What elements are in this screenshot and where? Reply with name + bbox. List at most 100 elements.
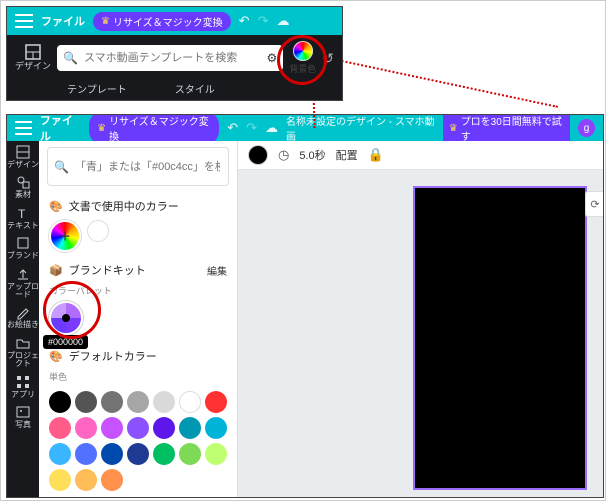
color-panel: 🔍 🎨 文書で使用中のカラー ＋ 📦 ブ xyxy=(39,141,238,497)
upload-icon xyxy=(16,267,30,281)
section-default-colors: 🎨 デフォルトカラー xyxy=(49,348,227,364)
filter-icon[interactable]: ⚙ xyxy=(266,51,277,65)
expand-toggle[interactable]: ⟳ xyxy=(585,191,604,217)
inset-topbar: ファイル ♛ リサイズ＆マジック変換 ↶ ↷ ☁ xyxy=(7,7,342,35)
inset-header-zoom: ファイル ♛ リサイズ＆マジック変換 ↶ ↷ ☁ デザイン 🔍 ⚙ 背景色 xyxy=(6,6,343,101)
color-swatch[interactable] xyxy=(101,469,123,491)
folder-icon xyxy=(16,336,30,350)
color-search[interactable]: 🔍 xyxy=(47,147,229,186)
template-search[interactable]: 🔍 ⚙ xyxy=(57,45,283,71)
rail-draw[interactable]: お絵描き xyxy=(7,305,39,329)
color-swatch[interactable] xyxy=(75,469,97,491)
cloud-sync-icon[interactable]: ☁ xyxy=(265,120,278,136)
add-color-button[interactable]: ＋ xyxy=(49,220,81,252)
rail-brand[interactable]: ブランド xyxy=(7,236,39,260)
inset-tabs: テンプレート スタイル xyxy=(7,81,342,100)
color-swatch[interactable] xyxy=(153,391,175,413)
undo-icon[interactable]: ↶ xyxy=(239,13,250,29)
rail-apps[interactable]: アプリ xyxy=(11,375,35,399)
layout-icon xyxy=(16,145,30,159)
color-swatch[interactable] xyxy=(179,391,201,413)
redo-icon[interactable]: ↷ xyxy=(246,120,257,136)
color-swatch[interactable] xyxy=(101,417,123,439)
arrange-button[interactable]: 配置 xyxy=(336,147,358,163)
document-title[interactable]: 名称未設定のデザイン - スマホ動画 xyxy=(286,114,435,143)
search-icon: 🔍 xyxy=(63,51,78,65)
brand-icon: 📦 xyxy=(49,264,63,277)
color-swatch[interactable] xyxy=(205,443,227,465)
color-swatch[interactable] xyxy=(205,417,227,439)
history-icon[interactable]: ↺ xyxy=(322,50,334,67)
annotation-connector-1 xyxy=(323,56,558,108)
shapes-icon xyxy=(16,175,30,189)
color-search-input[interactable] xyxy=(73,160,222,174)
colorwheel-icon xyxy=(293,41,313,61)
canvas-toolbar: ◷ 5.0秒 配置 🔒 xyxy=(238,141,603,170)
color-swatch[interactable] xyxy=(101,443,123,465)
rail-text[interactable]: Tテキスト xyxy=(7,206,39,230)
rail-elements[interactable]: 素材 xyxy=(15,175,31,199)
color-swatch[interactable] xyxy=(179,417,201,439)
rail-photos[interactable]: 写真 xyxy=(15,405,31,429)
color-swatch[interactable] xyxy=(49,417,71,439)
color-swatch[interactable] xyxy=(127,391,149,413)
template-search-input[interactable] xyxy=(82,51,263,65)
palette-icon: 🎨 xyxy=(49,350,63,363)
design-canvas[interactable] xyxy=(413,186,587,490)
used-color-swatch[interactable] xyxy=(87,220,109,242)
color-swatch[interactable] xyxy=(75,391,97,413)
color-swatch[interactable] xyxy=(153,417,175,439)
color-swatch[interactable] xyxy=(153,443,175,465)
rail-design[interactable]: デザイン xyxy=(15,44,51,72)
crown-icon: ♛ xyxy=(449,123,458,134)
left-rail: デザイン 素材 Tテキスト ブランド アップロード お絵描き プロジェクト アプ… xyxy=(7,141,39,497)
tab-template[interactable]: テンプレート xyxy=(67,81,127,96)
palette-icon: 🎨 xyxy=(49,200,63,213)
color-swatch[interactable] xyxy=(127,417,149,439)
edit-brand-link[interactable]: 編集 xyxy=(207,263,227,278)
color-swatch[interactable] xyxy=(75,417,97,439)
file-menu[interactable]: ファイル xyxy=(40,114,81,144)
section-used-colors: 🎨 文書で使用中のカラー xyxy=(49,198,227,214)
brand-icon xyxy=(16,236,30,250)
rail-projects[interactable]: プロジェクト xyxy=(7,336,39,369)
background-color-picker[interactable]: 背景色 xyxy=(289,41,316,75)
color-swatch[interactable] xyxy=(49,391,71,413)
main-topbar: ファイル ♛ リサイズ＆マジック変換 ↶ ↷ ☁ 名称未設定のデザイン - スマ… xyxy=(7,115,603,141)
clock-icon[interactable]: ◷ xyxy=(278,147,289,163)
menu-icon[interactable] xyxy=(15,121,32,135)
undo-icon[interactable]: ↶ xyxy=(227,120,238,136)
grid-icon xyxy=(16,375,30,389)
mono-sublabel: 単色 xyxy=(49,370,227,383)
default-palette xyxy=(39,391,237,497)
crown-icon: ♛ xyxy=(101,16,110,27)
color-swatch[interactable] xyxy=(101,391,123,413)
rail-upload[interactable]: アップロード xyxy=(7,267,39,300)
pencil-icon xyxy=(16,305,30,319)
rail-design[interactable]: デザイン xyxy=(7,145,39,169)
brand-swatch-wrap: #000000 xyxy=(49,301,83,335)
palette-sublabel: カラーパレット xyxy=(49,284,227,297)
color-swatch[interactable] xyxy=(49,443,71,465)
color-swatch[interactable] xyxy=(205,391,227,413)
color-swatch[interactable] xyxy=(179,443,201,465)
layout-icon xyxy=(25,44,41,60)
canvas-area: ◷ 5.0秒 配置 🔒 ⟳ xyxy=(238,141,603,497)
menu-icon[interactable] xyxy=(15,14,33,28)
crown-icon: ♛ xyxy=(97,123,106,134)
brand-color-swatch[interactable] xyxy=(49,301,83,335)
current-color-swatch[interactable] xyxy=(248,145,268,165)
text-icon: T xyxy=(16,206,30,220)
cloud-sync-icon[interactable]: ☁ xyxy=(276,13,289,29)
resize-magic-button[interactable]: ♛ リサイズ＆マジック変換 xyxy=(93,12,231,31)
avatar[interactable]: g xyxy=(578,119,595,137)
lock-icon[interactable]: 🔒 xyxy=(368,147,384,163)
photo-icon xyxy=(16,405,30,419)
color-swatch[interactable] xyxy=(127,443,149,465)
file-menu[interactable]: ファイル xyxy=(41,13,85,29)
redo-icon[interactable]: ↷ xyxy=(258,13,269,29)
color-swatch[interactable] xyxy=(75,443,97,465)
duration-value[interactable]: 5.0秒 xyxy=(299,147,325,163)
color-swatch[interactable] xyxy=(49,469,71,491)
tab-style[interactable]: スタイル xyxy=(175,81,215,96)
